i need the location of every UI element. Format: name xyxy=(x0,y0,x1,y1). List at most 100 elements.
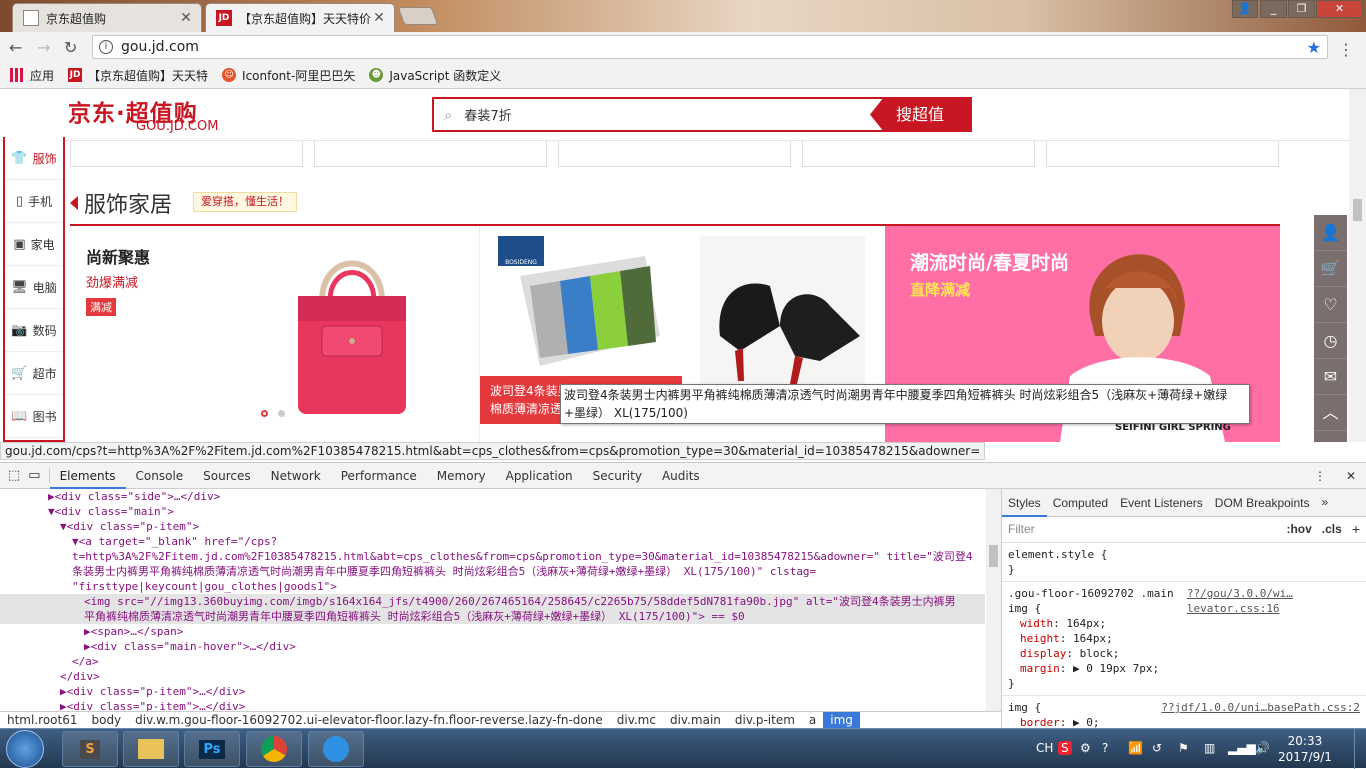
sidebar-item-computer[interactable]: 🖥 电脑 xyxy=(5,266,63,309)
top-icon[interactable]: ︿ xyxy=(1314,395,1347,431)
page-scrollbar[interactable] xyxy=(1349,89,1366,442)
devtools-tab-elements[interactable]: Elements xyxy=(49,463,126,489)
carousel-dot[interactable] xyxy=(278,410,285,417)
show-desktop-button[interactable] xyxy=(1354,729,1366,769)
dom-tree-line[interactable]: ▶<span>…</span> xyxy=(0,624,985,639)
style-rule[interactable]: .gou-floor-16092702 .main img {??/gou/3.… xyxy=(1002,582,1366,696)
chrome-icon[interactable] xyxy=(246,731,302,767)
sidebar-item-digital[interactable]: 📷 数码 xyxy=(5,309,63,352)
elements-scrollbar[interactable] xyxy=(986,489,1001,715)
breadcrumb-item[interactable]: img xyxy=(823,712,860,729)
heart-icon[interactable]: ♡ xyxy=(1314,287,1347,323)
maximize-icon[interactable]: ❐ xyxy=(1288,0,1315,18)
breadcrumb-item[interactable]: div.main xyxy=(663,712,728,729)
breadcrumb-item[interactable]: a xyxy=(802,712,823,729)
dom-tree-line[interactable]: ▶<div class="side">…</div> xyxy=(0,489,985,504)
hov-toggle[interactable]: :hov xyxy=(1286,522,1311,537)
devtools-tab-security[interactable]: Security xyxy=(583,463,652,489)
dom-tree-line[interactable]: ▶<div class="p-item">…</div> xyxy=(0,684,985,699)
tab-jd-chaozhigou[interactable]: 京东超值购 ✕ xyxy=(12,3,202,32)
devtools-tab-audits[interactable]: Audits xyxy=(652,463,710,489)
devtools-tab-application[interactable]: Application xyxy=(496,463,583,489)
bookmark-apps[interactable]: 应用 xyxy=(10,67,54,84)
dom-tree-line[interactable]: ▼<div class="main"> xyxy=(0,504,985,519)
style-rule[interactable]: element.style {} xyxy=(1002,543,1366,582)
cls-toggle[interactable]: .cls xyxy=(1322,522,1342,537)
devtools-tab-sources[interactable]: Sources xyxy=(193,463,260,489)
sublime-icon[interactable]: S xyxy=(62,731,118,767)
close-tab-icon[interactable]: ✕ xyxy=(179,10,193,26)
styles-tab-styles[interactable]: Styles xyxy=(1002,489,1047,517)
sidebar-item-appliance[interactable]: ▣ 家电 xyxy=(5,223,63,266)
user-icon[interactable]: 👤 xyxy=(1314,215,1347,251)
bookmark-iconfont[interactable]: ☺ Iconfont-阿里巴巴矢 xyxy=(222,67,355,84)
sidebar-item-phone[interactable]: ▯ 手机 xyxy=(5,180,63,223)
filter-input[interactable]: Filter xyxy=(1008,522,1035,537)
dom-tree-line[interactable]: 条装男士内裤男平角裤纯棉质薄清凉透气时尚潮男青年中腰夏季四角短裤裤头 时尚炫彩组… xyxy=(0,564,985,579)
device-toolbar-icon[interactable]: ▭ xyxy=(28,468,50,483)
dom-tree-line[interactable]: ▼<div class="p-item"> xyxy=(0,519,985,534)
styles-tab-computed[interactable]: Computed xyxy=(1047,489,1114,517)
dom-tree-line[interactable]: ▼<a target="_blank" href="/cps? xyxy=(0,534,985,549)
address-bar[interactable]: i gou.jd.com ★ xyxy=(92,35,1328,59)
network-icon[interactable]: ▥ xyxy=(1204,741,1215,755)
volume-icon[interactable]: 🔊 xyxy=(1255,741,1270,755)
bookmark-javascript[interactable]: ☻ JavaScript 函数定义 xyxy=(369,67,501,84)
search-button[interactable]: 搜超值 xyxy=(870,97,970,132)
message-icon[interactable]: ✉ xyxy=(1314,359,1347,395)
system-clock[interactable]: 20:33 2017/9/1 xyxy=(1278,733,1332,765)
dom-tree-line[interactable]: ▶<div class="main-hover">…</div> xyxy=(0,639,985,654)
reload-icon[interactable]: ↻ xyxy=(64,38,77,57)
settings-icon[interactable]: ⚙ xyxy=(1080,741,1091,755)
feather-icon[interactable] xyxy=(308,731,364,767)
dom-tree-line[interactable]: "firsttype|keycount|gou_clothes|goods1"> xyxy=(0,579,985,594)
styles-filter[interactable]: Filter :hov .cls + xyxy=(1002,517,1366,543)
minimize-icon[interactable]: _ xyxy=(1260,0,1287,18)
arrow-icon[interactable]: ↺ xyxy=(1152,741,1162,755)
dom-tree-line[interactable]: </a> xyxy=(0,654,985,669)
menu-icon[interactable]: ⋮ xyxy=(1338,40,1354,59)
new-tab-button[interactable] xyxy=(397,7,439,25)
back-icon[interactable]: ← xyxy=(9,38,22,57)
close-window-icon[interactable]: ✕ xyxy=(1316,0,1363,18)
carousel-dot[interactable] xyxy=(261,410,268,417)
elements-tree[interactable]: ▶<div class="side">…</div> ▼<div class="m… xyxy=(0,489,985,715)
style-property[interactable]: margin: ▶ 0 19px 7px; xyxy=(1008,661,1360,676)
dom-tree-line[interactable]: </div> xyxy=(0,669,985,684)
sidebar-item-clothes[interactable]: 👕 服饰 xyxy=(5,137,63,180)
start-orb-icon[interactable] xyxy=(6,730,44,768)
photoshop-icon[interactable]: Ps xyxy=(184,731,240,767)
rule-source-link[interactable]: ??/gou/3.0.0/wi…levator.css:16 xyxy=(1187,586,1360,616)
help-icon[interactable]: ? xyxy=(1102,741,1108,755)
flag-icon[interactable]: ⚑ xyxy=(1178,741,1189,755)
devtools-tab-performance[interactable]: Performance xyxy=(331,463,427,489)
devtools-tab-memory[interactable]: Memory xyxy=(427,463,496,489)
breadcrumb-item[interactable]: div.w.m.gou-floor-16092702.ui-elevator-f… xyxy=(128,712,610,729)
dom-tree-line[interactable]: t=http%3A%2F%2Fitem.jd.com%2F10385478215… xyxy=(0,549,985,564)
devtools-tab-console[interactable]: Console xyxy=(126,463,194,489)
style-property[interactable]: height: 164px; xyxy=(1008,631,1360,646)
ime-icon[interactable]: S xyxy=(1058,741,1072,755)
breadcrumb-item[interactable]: div.p-item xyxy=(728,712,802,729)
devtools-tab-network[interactable]: Network xyxy=(261,463,331,489)
tab-jd-daily-deals[interactable]: JD 【京东超值购】天天特价 ✕ xyxy=(205,3,395,32)
dom-tree-line[interactable]: <img src="//img13.360buyimg.com/imgb/s16… xyxy=(0,594,985,609)
close-devtools-icon[interactable]: ✕ xyxy=(1336,469,1366,483)
promo-card-new-arrivals[interactable]: 尚新聚惠 劲爆满减 满减 xyxy=(70,226,478,442)
cart-icon[interactable]: 🛒 xyxy=(1314,251,1347,287)
bookmark-jd[interactable]: JD 【京东超值购】天天特 xyxy=(68,67,208,84)
style-property[interactable]: display: block; xyxy=(1008,646,1360,661)
styles-tab-event-listeners[interactable]: Event Listeners xyxy=(1114,489,1209,517)
close-tab-icon[interactable]: ✕ xyxy=(372,10,386,26)
more-tabs-icon[interactable]: » xyxy=(1315,495,1334,510)
breadcrumb-item[interactable]: html.root61 xyxy=(0,712,84,729)
add-rule-icon[interactable]: + xyxy=(1352,522,1360,537)
search-input[interactable]: 春装7折 xyxy=(464,105,511,124)
forward-icon[interactable]: → xyxy=(37,38,50,57)
breadcrumb-item[interactable]: div.mc xyxy=(610,712,663,729)
rule-source-link[interactable]: ??jdf/1.0.0/uni…basePath.css:2 xyxy=(1161,700,1360,715)
sidebar-item-supermarket[interactable]: 🛒 超市 xyxy=(5,352,63,395)
sidebar-item-books[interactable]: 📖 图书 xyxy=(5,395,63,438)
star-icon[interactable]: ★ xyxy=(1307,38,1321,57)
explorer-icon[interactable] xyxy=(123,731,179,767)
